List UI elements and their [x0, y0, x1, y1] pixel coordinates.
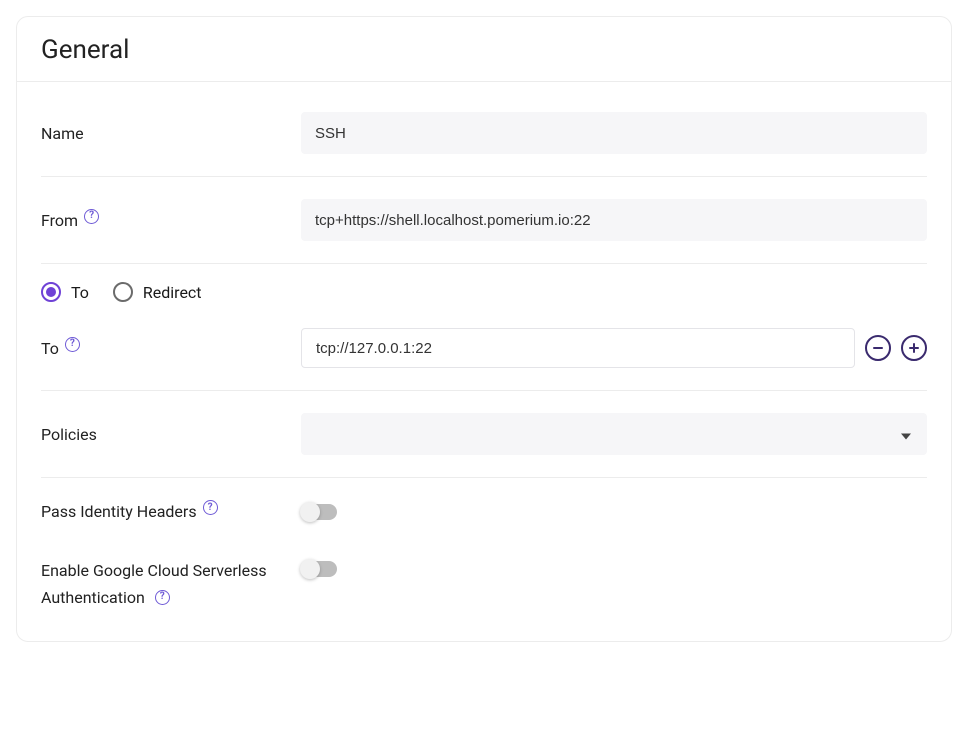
- to-label: To: [41, 339, 59, 358]
- help-icon[interactable]: ?: [155, 590, 170, 605]
- from-label: From: [41, 211, 78, 230]
- name-label: Name: [41, 124, 301, 143]
- row-from: From ?: [41, 177, 927, 264]
- gcloud-serverless-toggle[interactable]: [301, 561, 337, 577]
- name-input[interactable]: [301, 112, 927, 154]
- policies-select[interactable]: [301, 413, 927, 455]
- help-icon[interactable]: ?: [84, 209, 99, 224]
- pass-identity-label: Pass Identity Headers: [41, 502, 197, 521]
- policies-label: Policies: [41, 425, 301, 444]
- row-gcloud-serverless: Enable Google Cloud Serverless Authentic…: [41, 541, 927, 617]
- row-routing: To Redirect To ?: [41, 264, 927, 391]
- radio-circle-selected-icon: [41, 282, 61, 302]
- row-to: To ?: [41, 302, 927, 390]
- routing-radio-group: To Redirect: [41, 264, 927, 302]
- card-body: Name From ? To R: [17, 82, 951, 641]
- from-input[interactable]: [301, 199, 927, 241]
- card-header: General: [17, 17, 951, 82]
- remove-to-button[interactable]: [865, 335, 891, 361]
- plus-icon: [908, 342, 920, 354]
- add-to-button[interactable]: [901, 335, 927, 361]
- to-input[interactable]: [301, 328, 855, 368]
- row-name: Name: [41, 90, 927, 177]
- general-card: General Name From ? To: [16, 16, 952, 642]
- help-icon[interactable]: ?: [65, 337, 80, 352]
- radio-redirect-label: Redirect: [143, 283, 202, 302]
- row-policies: Policies: [41, 391, 927, 478]
- pass-identity-toggle[interactable]: [301, 504, 337, 520]
- radio-to[interactable]: To: [41, 282, 89, 302]
- minus-icon: [872, 342, 884, 354]
- radio-to-label: To: [71, 283, 89, 302]
- radio-redirect[interactable]: Redirect: [113, 282, 202, 302]
- radio-circle-unselected-icon: [113, 282, 133, 302]
- section-title: General: [41, 35, 927, 65]
- row-pass-identity: Pass Identity Headers ?: [41, 478, 927, 541]
- help-icon[interactable]: ?: [203, 500, 218, 515]
- gcloud-serverless-label: Enable Google Cloud Serverless Authentic…: [41, 561, 267, 607]
